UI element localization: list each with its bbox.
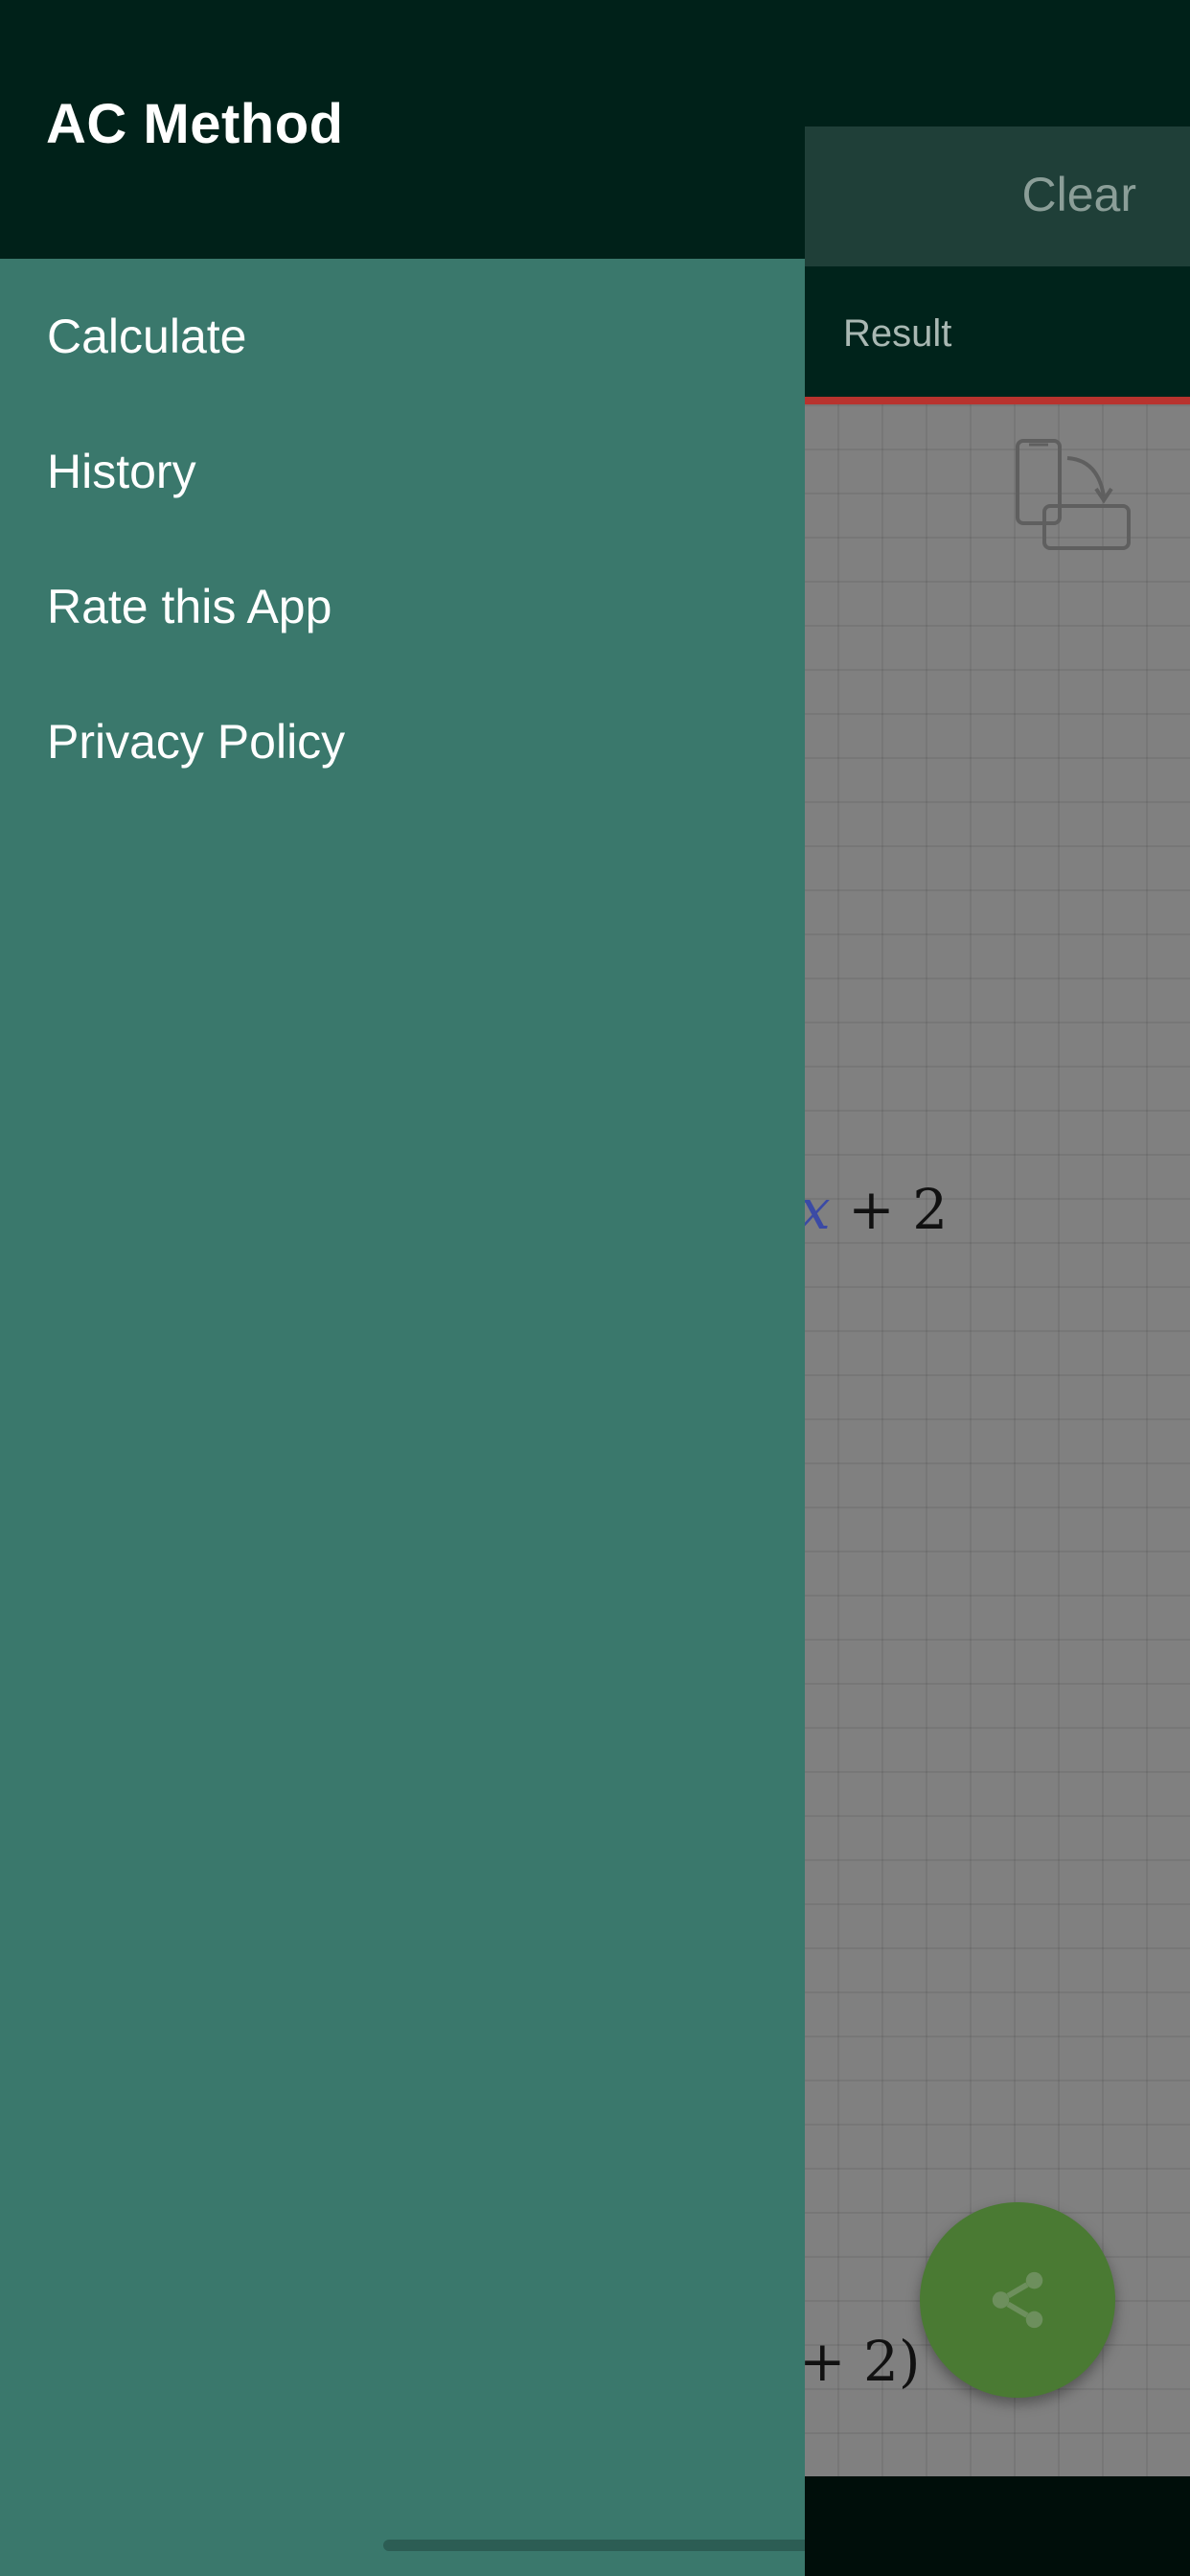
navigation-drawer: AC Method Calculate History Rate this Ap… bbox=[0, 0, 805, 2576]
drawer-header: AC Method bbox=[0, 0, 805, 259]
drawer-menu: Calculate History Rate this App Privacy … bbox=[0, 259, 805, 809]
expression-rest: + 2 bbox=[848, 1177, 949, 1242]
clear-button[interactable]: Clear bbox=[1022, 167, 1136, 222]
tab-result[interactable]: Result bbox=[843, 312, 951, 356]
menu-item-privacy-policy[interactable]: Privacy Policy bbox=[0, 674, 805, 809]
rotate-device-icon[interactable] bbox=[1016, 437, 1136, 552]
share-icon bbox=[992, 2271, 1043, 2329]
menu-item-rate-app[interactable]: Rate this App bbox=[0, 539, 805, 674]
menu-item-calculate[interactable]: Calculate bbox=[0, 268, 805, 403]
share-button[interactable] bbox=[920, 2202, 1115, 2398]
factored-line: + 2) bbox=[799, 2329, 921, 2394]
drawer-home-indicator bbox=[383, 2540, 805, 2551]
menu-item-history[interactable]: History bbox=[0, 403, 805, 539]
tab-indicator bbox=[805, 397, 1190, 404]
expression-line: x + 2 bbox=[799, 1177, 948, 1242]
drawer-title: AC Method bbox=[46, 93, 344, 155]
